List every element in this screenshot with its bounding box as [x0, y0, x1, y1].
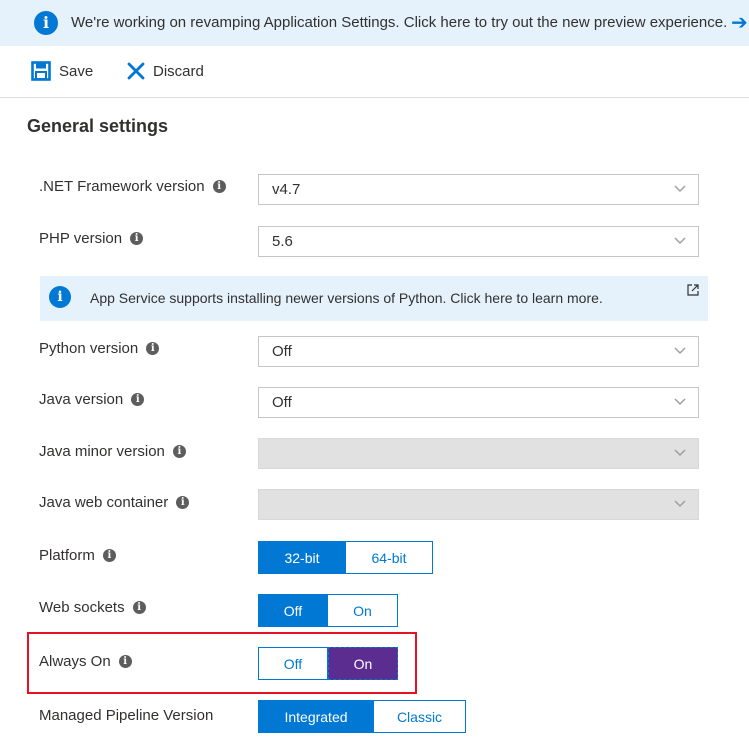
java-container-select	[258, 489, 699, 520]
net-framework-select[interactable]: v4.7	[258, 174, 699, 205]
platform-option-32bit[interactable]: 32-bit	[258, 541, 346, 574]
php-select[interactable]: 5.6	[258, 226, 699, 257]
web-sockets-toggle: Off On	[258, 594, 398, 627]
save-icon	[31, 61, 51, 81]
platform-option-64bit[interactable]: 64-bit	[346, 541, 433, 574]
pipeline-label: Managed Pipeline Version	[39, 707, 214, 724]
java-container-label: Java web container i	[39, 494, 190, 511]
info-icon[interactable]: i	[146, 342, 160, 355]
chevron-down-icon	[674, 347, 686, 355]
save-button[interactable]: Save	[31, 59, 93, 83]
web-sockets-option-on[interactable]: On	[328, 594, 398, 627]
always-on-label: Always On i	[39, 653, 132, 670]
discard-label: Discard	[153, 62, 204, 80]
info-icon[interactable]: i	[118, 655, 132, 668]
save-label: Save	[59, 62, 94, 80]
preview-banner[interactable]: i We're working on revamping Application…	[0, 0, 749, 46]
info-icon[interactable]: i	[176, 496, 190, 509]
info-icon[interactable]: i	[131, 393, 145, 406]
net-framework-label: .NET Framework version i	[39, 178, 226, 195]
section-title: General settings	[27, 116, 169, 136]
java-minor-label: Java minor version i	[39, 443, 186, 460]
chevron-down-icon	[674, 500, 686, 508]
info-icon: i	[34, 11, 58, 35]
chevron-down-icon	[674, 398, 686, 406]
php-label: PHP version i	[39, 230, 144, 247]
info-icon[interactable]: i	[130, 232, 144, 245]
external-link-icon[interactable]	[686, 283, 700, 297]
preview-banner-text[interactable]: We're working on revamping Application S…	[71, 14, 727, 31]
close-icon	[127, 62, 145, 80]
discard-button[interactable]: Discard	[127, 59, 204, 83]
platform-toggle: 32-bit 64-bit	[258, 541, 433, 574]
chevron-down-icon	[674, 449, 686, 457]
platform-label: Platform i	[39, 547, 116, 564]
python-info-banner[interactable]: i App Service supports installing newer …	[40, 276, 708, 321]
chevron-down-icon	[674, 237, 686, 245]
java-minor-select	[258, 438, 699, 469]
pipeline-toggle: Integrated Classic	[258, 700, 466, 733]
command-bar: Save Discard	[0, 46, 749, 98]
info-icon[interactable]: i	[212, 180, 226, 193]
python-banner-text[interactable]: App Service supports installing newer ve…	[90, 290, 603, 306]
pipeline-option-classic[interactable]: Classic	[374, 700, 466, 733]
python-select[interactable]: Off	[258, 336, 699, 367]
info-icon[interactable]: i	[132, 601, 146, 614]
always-on-option-on[interactable]: On	[328, 647, 398, 680]
web-sockets-option-off[interactable]: Off	[258, 594, 328, 627]
java-select[interactable]: Off	[258, 387, 699, 418]
always-on-toggle: Off On	[258, 647, 398, 680]
arrow-right-icon[interactable]: ➔	[731, 10, 748, 35]
java-label: Java version i	[39, 391, 145, 408]
info-icon: i	[49, 286, 71, 308]
always-on-option-off[interactable]: Off	[258, 647, 328, 680]
web-sockets-label: Web sockets i	[39, 599, 146, 616]
python-label: Python version i	[39, 340, 160, 357]
info-icon[interactable]: i	[172, 445, 186, 458]
chevron-down-icon	[674, 185, 686, 193]
info-icon[interactable]: i	[102, 549, 116, 562]
pipeline-option-integrated[interactable]: Integrated	[258, 700, 374, 733]
